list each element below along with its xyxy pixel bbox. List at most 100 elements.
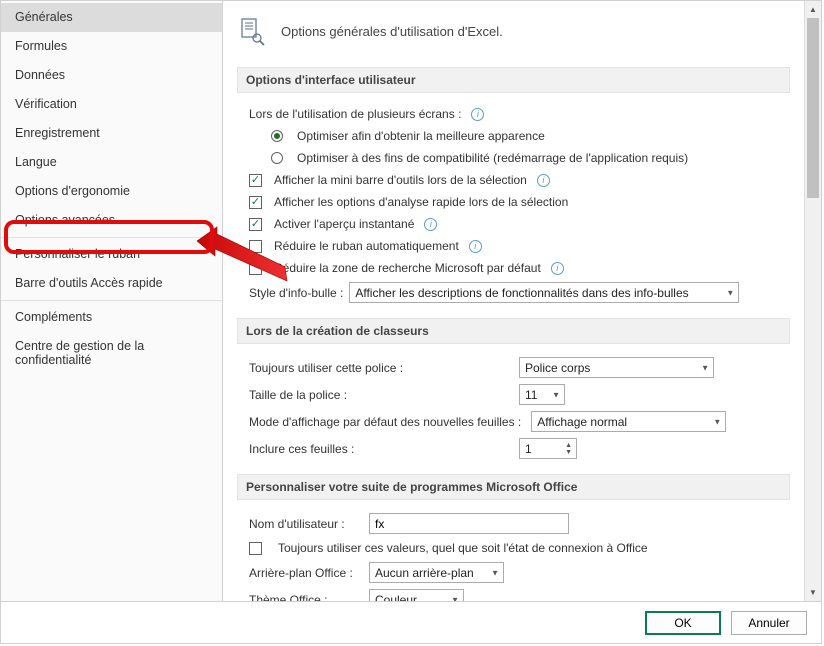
font-size-dropdown[interactable]: 11 ▼ [519, 384, 565, 405]
info-icon[interactable]: i [537, 174, 550, 187]
sidebar-label: Formules [15, 39, 67, 53]
vertical-scrollbar[interactable]: ▲ ▼ [804, 1, 821, 601]
checkbox-label: Activer l'aperçu instantané [274, 217, 414, 231]
sidebar-label: Options d'ergonomie [15, 184, 130, 198]
page-header: Options générales d'utilisation d'Excel. [237, 9, 790, 61]
content-pane: Options générales d'utilisation d'Excel.… [223, 1, 804, 601]
sidebar-item-general[interactable]: Générales [1, 3, 222, 32]
sidebar-label: Barre d'outils Accès rapide [15, 276, 163, 290]
sidebar-item-advanced[interactable]: Options avancées [1, 206, 222, 235]
multi-screen-label-row: Lors de l'utilisation de plusieurs écran… [249, 103, 784, 125]
office-theme-label: Thème Office : [249, 593, 359, 602]
sidebar-separator [1, 300, 222, 301]
sidebar-item-customize-ribbon[interactable]: Personnaliser le ruban [1, 240, 222, 269]
section-office-body: Nom d'utilisateur : Toujours utiliser ce… [237, 510, 790, 601]
content-wrap: Options générales d'utilisation d'Excel.… [223, 1, 821, 601]
section-workbook-body: Toujours utiliser cette police : Police … [237, 354, 790, 468]
options-dialog: Générales Formules Données Vérification … [0, 0, 822, 644]
sidebar-item-proofing[interactable]: Vérification [1, 90, 222, 119]
sidebar-item-language[interactable]: Langue [1, 148, 222, 177]
sidebar-label: Centre de gestion de la confidentialité [15, 339, 144, 367]
chevron-down-icon: ▼ [491, 568, 499, 577]
general-options-icon [237, 15, 269, 47]
checkbox-label: Réduire la zone de recherche Microsoft p… [274, 261, 541, 275]
sidebar-label: Compléments [15, 310, 92, 324]
sidebar-item-quick-access[interactable]: Barre d'outils Accès rapide [1, 269, 222, 298]
font-size-row: Taille de la police : 11 ▼ [249, 381, 784, 408]
dropdown-value: Aucun arrière-plan [375, 566, 474, 580]
section-ui-body: Lors de l'utilisation de plusieurs écran… [237, 103, 790, 312]
scroll-thumb[interactable] [807, 18, 819, 198]
checkbox-quick-analysis[interactable]: Afficher les options d'analyse rapide lo… [249, 191, 784, 213]
multi-screen-label: Lors de l'utilisation de plusieurs écran… [249, 107, 461, 121]
include-sheets-stepper[interactable]: 1 ▲▼ [519, 438, 577, 459]
checkbox-mini-toolbar[interactable]: Afficher la mini barre d'outils lors de … [249, 169, 784, 191]
ok-button[interactable]: OK [645, 611, 721, 635]
checkbox-collapse-ribbon[interactable]: Réduire le ruban automatiquement i [249, 235, 784, 257]
default-view-label: Mode d'affichage par défaut des nouvelle… [249, 415, 521, 429]
checkbox-always-use-values[interactable]: Toujours utiliser ces valeurs, quel que … [249, 537, 784, 559]
sidebar-label: Options avancées [15, 213, 115, 227]
font-size-label: Taille de la police : [249, 388, 509, 402]
checkbox-label: Afficher la mini barre d'outils lors de … [274, 173, 527, 187]
sidebar-item-save[interactable]: Enregistrement [1, 119, 222, 148]
sidebar-item-formulas[interactable]: Formules [1, 32, 222, 61]
chevron-down-icon: ▼ [451, 595, 459, 601]
username-label: Nom d'utilisateur : [249, 517, 359, 531]
stepper-value: 1 [525, 442, 532, 456]
checkbox-label: Toujours utiliser ces valeurs, quel que … [278, 541, 648, 555]
info-icon[interactable]: i [471, 108, 484, 121]
checkbox-collapse-search[interactable]: Réduire la zone de recherche Microsoft p… [249, 257, 784, 279]
sidebar-label: Enregistrement [15, 126, 100, 140]
tooltip-style-dropdown[interactable]: Afficher les descriptions de fonctionnal… [349, 282, 739, 303]
checkbox-label: Afficher les options d'analyse rapide lo… [274, 195, 568, 209]
section-ui-header: Options d'interface utilisateur [237, 67, 790, 93]
info-icon[interactable]: i [424, 218, 437, 231]
sidebar-label: Générales [15, 10, 73, 24]
checkbox-live-preview[interactable]: Activer l'aperçu instantané i [249, 213, 784, 235]
checkbox-icon [249, 542, 262, 555]
dropdown-value: Police corps [525, 361, 590, 375]
sidebar-item-trust-center[interactable]: Centre de gestion de la confidentialité [1, 332, 222, 375]
spinner-icon: ▲▼ [565, 442, 572, 456]
scroll-up-icon[interactable]: ▲ [805, 1, 821, 18]
radio-compatibility[interactable]: Optimiser à des fins de compatibilité (r… [249, 147, 784, 169]
default-view-dropdown[interactable]: Affichage normal ▼ [531, 411, 726, 432]
chevron-down-icon: ▼ [701, 363, 709, 372]
chevron-down-icon: ▼ [713, 417, 721, 426]
office-background-label: Arrière-plan Office : [249, 566, 359, 580]
sidebar-item-addins[interactable]: Compléments [1, 303, 222, 332]
office-theme-dropdown[interactable]: Couleur ▼ [369, 589, 464, 601]
default-font-dropdown[interactable]: Police corps ▼ [519, 357, 714, 378]
include-sheets-label: Inclure ces feuilles : [249, 442, 509, 456]
radio-label: Optimiser afin d'obtenir la meilleure ap… [297, 129, 545, 143]
sidebar-item-accessibility[interactable]: Options d'ergonomie [1, 177, 222, 206]
page-title: Options générales d'utilisation d'Excel. [281, 24, 503, 39]
dropdown-value: Afficher les descriptions de fonctionnal… [355, 286, 688, 300]
sidebar-label: Langue [15, 155, 57, 169]
radio-icon [271, 152, 283, 164]
cancel-button[interactable]: Annuler [731, 611, 807, 635]
main-area: Générales Formules Données Vérification … [1, 1, 821, 601]
info-icon[interactable]: i [551, 262, 564, 275]
radio-label: Optimiser à des fins de compatibilité (r… [297, 151, 688, 165]
scroll-down-icon[interactable]: ▼ [805, 584, 821, 601]
sidebar-item-data[interactable]: Données [1, 61, 222, 90]
info-icon[interactable]: i [469, 240, 482, 253]
checkbox-label: Réduire le ruban automatiquement [274, 239, 459, 253]
dialog-footer: OK Annuler [1, 601, 821, 643]
office-background-dropdown[interactable]: Aucun arrière-plan ▼ [369, 562, 504, 583]
default-font-row: Toujours utiliser cette police : Police … [249, 354, 784, 381]
radio-best-appearance[interactable]: Optimiser afin d'obtenir la meilleure ap… [249, 125, 784, 147]
office-theme-row: Thème Office : Couleur ▼ [249, 586, 784, 601]
include-sheets-row: Inclure ces feuilles : 1 ▲▼ [249, 435, 784, 462]
chevron-down-icon: ▼ [726, 288, 734, 297]
sidebar-label: Vérification [15, 97, 77, 111]
dropdown-value: Couleur [375, 593, 417, 602]
dropdown-value: Affichage normal [537, 415, 627, 429]
chevron-down-icon: ▼ [552, 390, 560, 399]
checkbox-icon [249, 174, 262, 187]
office-background-row: Arrière-plan Office : Aucun arrière-plan… [249, 559, 784, 586]
username-input[interactable] [369, 513, 569, 534]
default-font-label: Toujours utiliser cette police : [249, 361, 509, 375]
